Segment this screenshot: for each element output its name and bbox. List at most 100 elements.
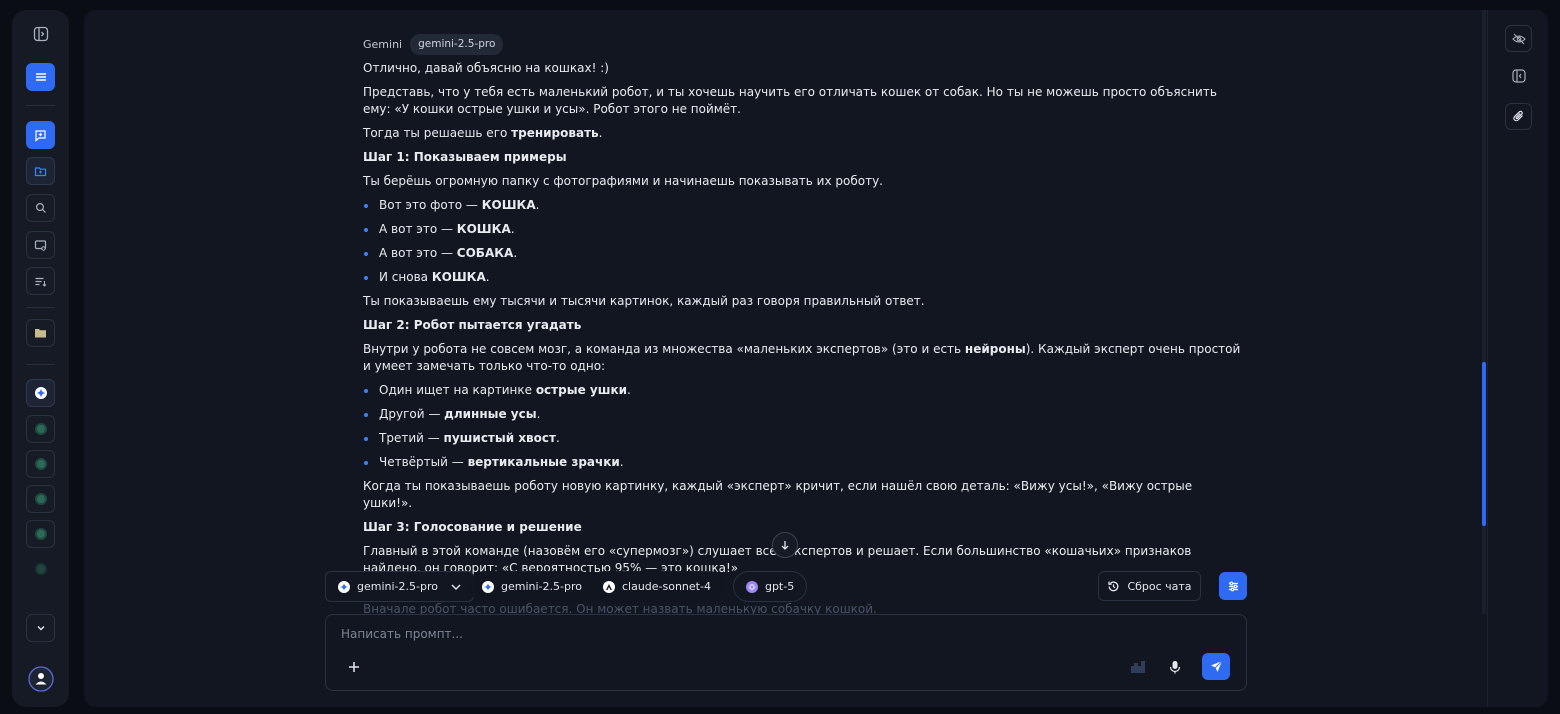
attach-plus-button[interactable] [344,657,364,677]
prompt-input[interactable] [341,627,1041,641]
voice-input-button[interactable] [1164,656,1186,678]
new-chat-button[interactable] [26,121,55,149]
search-button[interactable] [26,194,55,222]
step-heading: Шаг 1: Показываем примеры [363,150,567,164]
message-paragraph: Ты берёшь огромную папку с фотографиями … [363,174,883,188]
sidebar-toggle-icon [33,26,48,42]
image-tools-button[interactable] [1127,656,1149,678]
list-item: А вот это — КОШКА. [363,221,1243,238]
list-sort-icon [35,277,47,287]
model-chip-gpt[interactable]: gpt-5 [732,571,808,602]
list-item: И снова КОШКА. [363,269,1243,286]
image-stack-icon [1131,661,1145,673]
step-heading: Шаг 3: Голосование и решение [363,520,582,534]
gemini-model-slot[interactable] [26,379,55,407]
chat-screen-icon [34,239,47,251]
examples-list: Вот это фото — КОШКА. А вот это — КОШКА.… [363,197,1243,286]
history-icon [1108,580,1119,591]
rail-divider [26,105,55,106]
gemini-model-icon [34,387,47,399]
reset-chat-button[interactable]: Сброс чата [1098,571,1201,601]
gemini-icon [481,580,494,593]
reset-chat-label: Сброс чата [1127,579,1192,593]
message-paragraph: Ты показываешь ему тысячи и тысячи карти… [363,294,925,308]
model-chip-claude[interactable]: claude-sonnet-4 [589,571,724,602]
model-slot-3[interactable] [26,450,55,478]
model-selector[interactable]: gemini-2.5-pro [325,571,474,602]
right-panel-toggle-button[interactable] [1505,62,1532,89]
message-paragraph: Отлично, давай объясню на кошках! :) [363,61,609,75]
arrow-down-icon [781,540,789,550]
model-chip-label: gemini-2.5-pro [500,580,582,593]
right-panel-divider [1487,10,1488,707]
claude-icon [602,580,615,593]
left-rail [12,10,69,707]
folder-icon [35,329,46,338]
model-chip-row: gemini-2.5-pro gemini-2.5-pro claude-son… [325,571,808,602]
search-icon [35,202,46,213]
scrollbar-thumb[interactable] [1482,362,1486,526]
prompt-box [325,614,1247,691]
list-item: Третий — пушистый хвост. [363,430,1243,447]
model-slot-5[interactable] [26,520,55,548]
menu-icon [35,73,46,81]
hide-toggle-button[interactable] [1505,25,1532,52]
message-paragraph: Тогда ты решаешь его тренировать. [363,126,603,140]
message-paragraph: Внутри у робота не совсем мозг, а команд… [363,342,1241,373]
model-chip-label: claude-sonnet-4 [621,580,711,593]
model-slot-icon [34,458,47,470]
message-paragraph: Представь, что у тебя есть маленький роб… [363,85,1217,116]
chat-panel: Gemini gemini-2.5-pro Отлично, давай объ… [84,10,1548,707]
rail-divider [26,307,55,308]
microphone-icon [1169,661,1181,674]
chevron-down-icon [37,626,44,631]
menu-button[interactable] [26,63,55,91]
message-header: Gemini gemini-2.5-pro [363,34,1243,55]
list-item: Вот это фото — КОШКА. [363,197,1243,214]
scroll-down-button[interactable] [772,532,798,558]
eye-off-icon [1511,33,1526,44]
sliders-icon [1228,581,1238,591]
gemini-icon [338,580,350,593]
message-paragraph: Когда ты показываешь роботу новую картин… [363,479,1193,510]
send-icon [1210,660,1222,672]
openai-icon [745,580,758,593]
new-folder-button[interactable] [26,157,55,185]
new-chat-icon [35,129,46,142]
model-slot-icon [34,493,47,505]
step-heading: Шаг 2: Робот пытается угадать [363,318,582,332]
model-slot-2[interactable] [26,415,55,443]
sidebar-toggle-button[interactable] [26,20,55,48]
folders-button[interactable] [26,319,55,347]
attachments-button[interactable] [1505,103,1532,130]
message-author: Gemini [363,38,403,51]
model-selector-label: gemini-2.5-pro [357,580,438,593]
list-item: Другой — длинные усы. [363,406,1243,423]
assistant-message: Gemini gemini-2.5-pro Отлично, давай объ… [363,34,1243,625]
model-slot-6[interactable] [26,555,55,583]
model-chip-label: gpt-5 [764,580,795,593]
paperclip-icon [1512,110,1523,122]
chat-settings-button[interactable] [1219,572,1247,600]
rail-divider [26,364,55,365]
list-item: Четвёртый — вертикальные зрачки. [363,454,1243,471]
folder-add-icon [34,166,47,176]
chat-screen-button[interactable] [26,231,55,259]
list-item: Один ищет на картинке острые ушки. [363,382,1243,399]
list-item: А вот это — СОБАКА. [363,245,1243,262]
model-slot-icon [34,563,47,575]
expand-rail-button[interactable] [26,614,55,642]
message-model-badge: gemini-2.5-pro [410,34,504,55]
model-slot-icon [34,423,47,435]
user-avatar-icon [27,666,54,692]
plus-icon [349,662,359,672]
panel-toggle-icon [1511,68,1526,83]
user-avatar-button[interactable] [26,665,55,693]
list-sort-button[interactable] [26,267,55,295]
model-chip-gemini[interactable]: gemini-2.5-pro [468,571,595,602]
send-button[interactable] [1202,653,1230,680]
model-slot-icon [34,528,47,540]
model-slot-4[interactable] [26,485,55,513]
experts-list: Один ищет на картинке острые ушки. Друго… [363,382,1243,471]
chevron-down-icon [451,584,461,590]
